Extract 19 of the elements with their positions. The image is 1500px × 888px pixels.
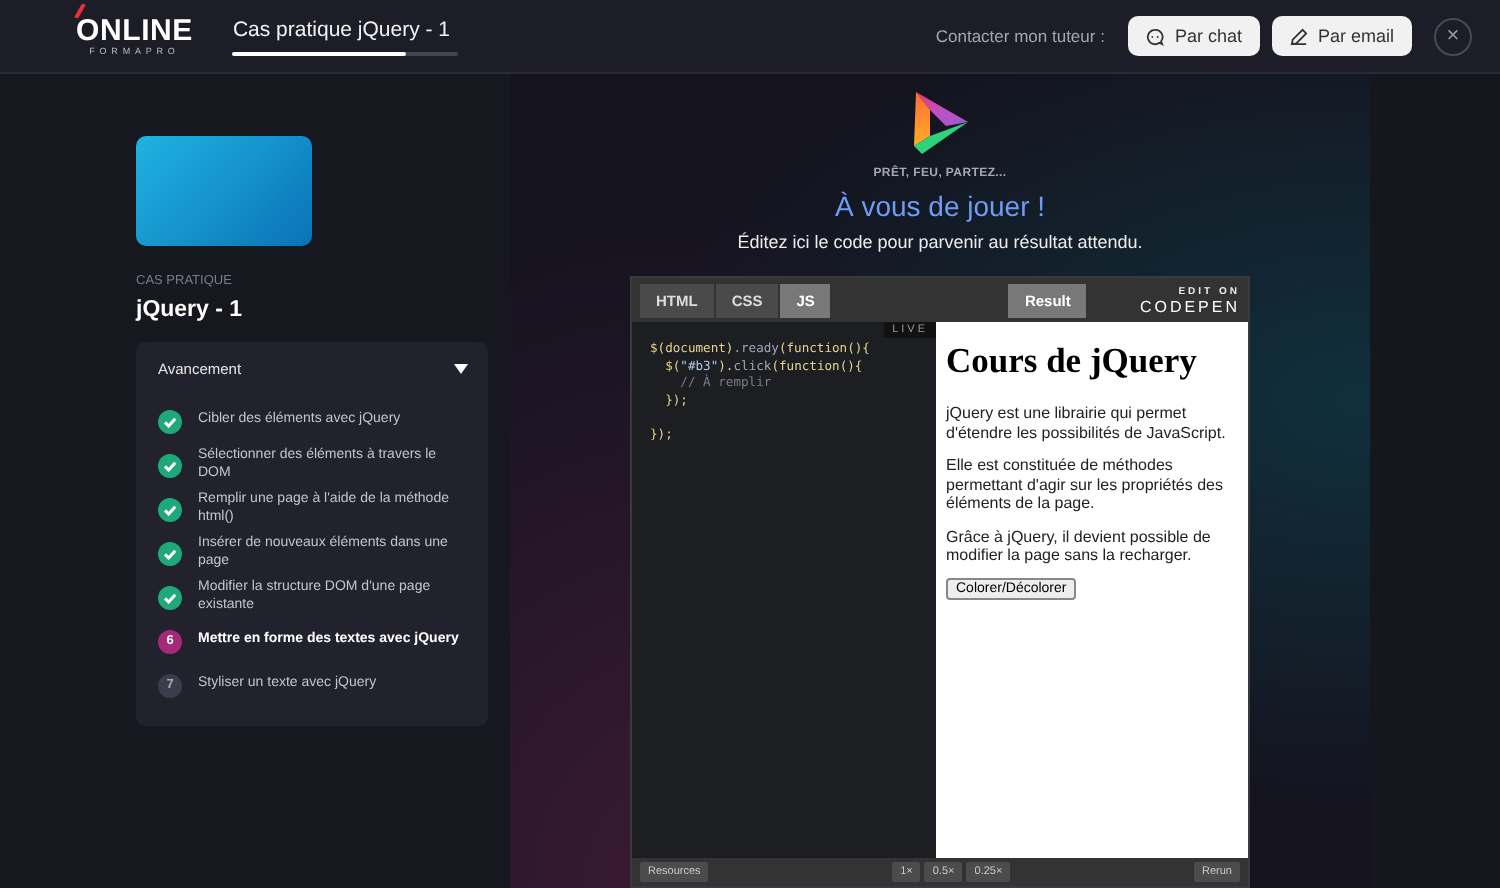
result-paragraph: Grâce à jQuery, il devient possible de modifier la page sans la recharger.	[946, 527, 1213, 565]
course-title: Cas pratique jQuery - 1	[232, 17, 453, 41]
caret-icon[interactable]	[454, 363, 468, 373]
heading: À vous de jouer !	[834, 190, 1046, 222]
result-heading: Cours de jQuery	[946, 340, 1199, 382]
chat-button[interactable]: Par chat	[1128, 16, 1260, 56]
close-button[interactable]: ×	[1434, 17, 1472, 55]
email-button[interactable]: Par email	[1271, 16, 1412, 56]
result-paragraph: Elle est constituée de méthodes permettant d'agir sur les propriétés des éléments de la page.	[946, 456, 1225, 513]
logo-text: ONLINE	[76, 15, 193, 45]
course-name: jQuery - 1	[136, 298, 245, 322]
instructions: Éditez ici le code pour parvenir au résultat attendu.	[737, 232, 1143, 252]
contact-label: Contacter mon tuteur :	[935, 26, 1105, 46]
play-logo-icon	[910, 90, 970, 156]
accent-mark-icon	[74, 3, 86, 17]
chat-bubble-icon	[1146, 27, 1165, 45]
brand-name[interactable]: CODEPEN	[1139, 297, 1240, 315]
pencil-icon	[1289, 27, 1308, 45]
result-paragraph: jQuery est une librairie qui permet d'étendre les possibilités de JavaScript.	[946, 404, 1228, 442]
